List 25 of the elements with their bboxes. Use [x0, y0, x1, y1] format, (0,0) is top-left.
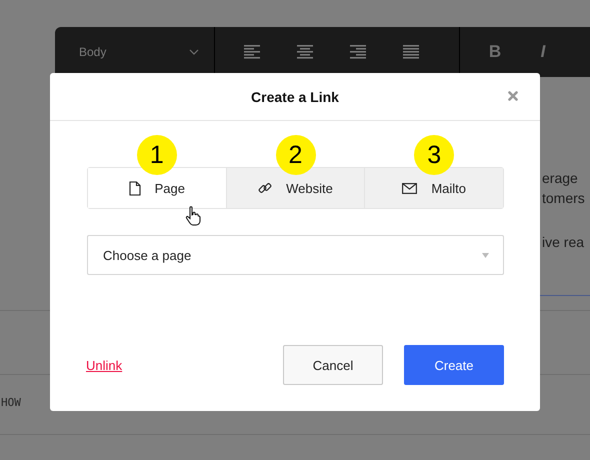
dropdown-arrow-icon: [482, 252, 489, 258]
body-text: ive rea: [542, 234, 584, 250]
step-number-badge: 3: [414, 135, 454, 175]
chevron-down-icon: [189, 49, 199, 55]
body-text: tomers: [542, 190, 585, 206]
close-button[interactable]: [508, 91, 518, 101]
align-left-button[interactable]: [244, 45, 260, 59]
cancel-button[interactable]: Cancel: [283, 345, 383, 385]
chain-link-icon: [258, 181, 272, 195]
align-right-button[interactable]: [350, 45, 366, 59]
hand-cursor-icon: [185, 206, 201, 226]
step-number-badge: 1: [136, 135, 177, 175]
body-text: erage: [542, 170, 578, 186]
envelope-icon: [402, 182, 418, 194]
link-type-tab[interactable]: Website: [226, 168, 364, 208]
align-center-button[interactable]: [297, 45, 313, 59]
align-justify-button[interactable]: [403, 45, 419, 59]
page-select[interactable]: Choose a page: [87, 235, 504, 275]
link-type-tab[interactable]: Mailto: [365, 168, 504, 208]
code-label: HOW: [1, 396, 21, 409]
unlink-link[interactable]: Unlink: [86, 358, 122, 372]
step-number-badge: 2: [276, 135, 316, 175]
create-button[interactable]: Create: [404, 345, 504, 385]
document-icon: [128, 180, 141, 196]
dialog-title: Create a Link: [251, 88, 339, 104]
